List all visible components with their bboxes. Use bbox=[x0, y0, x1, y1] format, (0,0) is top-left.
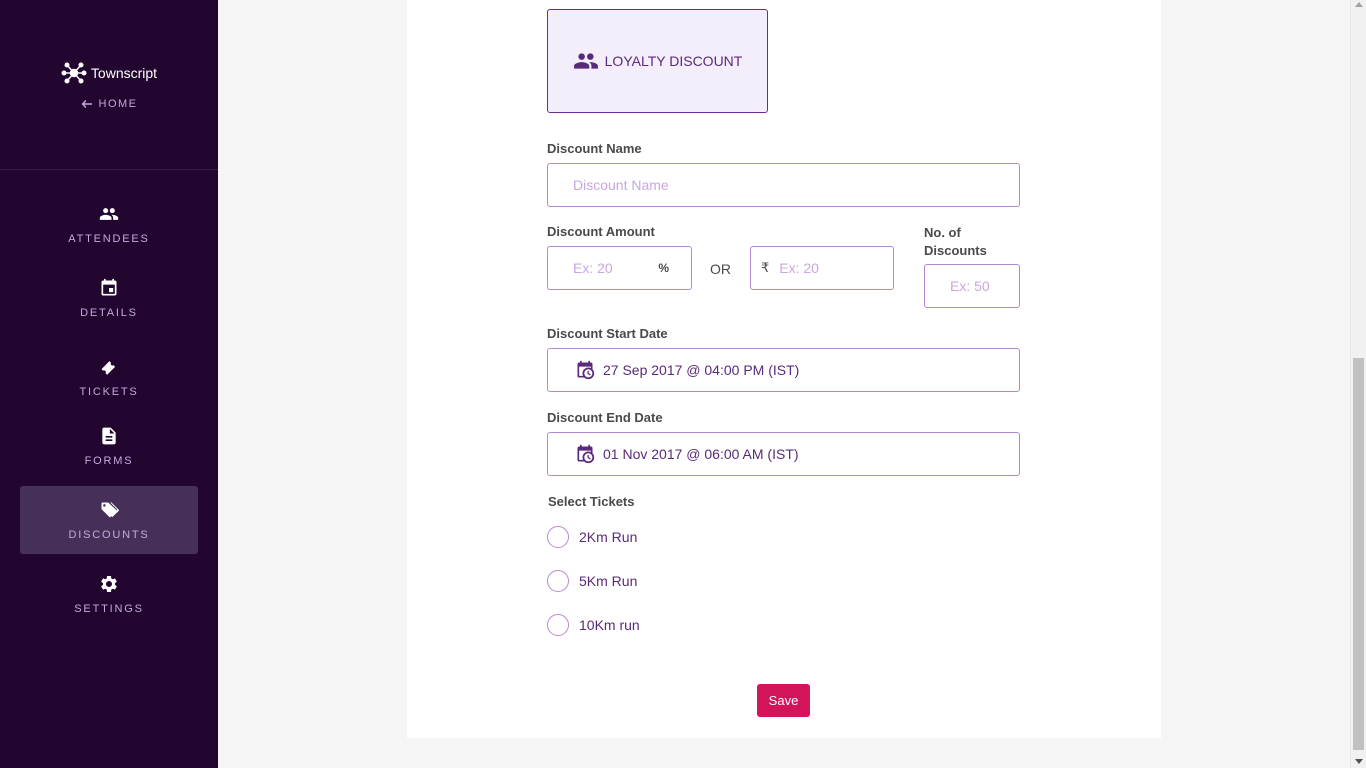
calendar-clock-icon bbox=[577, 444, 595, 464]
sidebar-item-label: FORMS bbox=[84, 455, 134, 467]
discount-amount-field[interactable]: ₹ bbox=[750, 246, 894, 290]
brand-name: Townscript bbox=[90, 65, 158, 81]
start-date-picker[interactable]: 27 Sep 2017 @ 04:00 PM (IST) bbox=[547, 348, 1020, 392]
discount-percent-input[interactable] bbox=[573, 260, 659, 276]
sidebar-item-settings[interactable]: SETTINGS bbox=[20, 560, 198, 628]
discount-name-label: Discount Name bbox=[547, 141, 642, 156]
select-tickets-label: Select Tickets bbox=[548, 494, 635, 509]
ticket-option[interactable]: 2Km Run bbox=[547, 526, 637, 548]
ticket-label: 5Km Run bbox=[579, 573, 638, 589]
brand: Townscript HOME bbox=[0, 60, 218, 110]
discount-name-input[interactable] bbox=[573, 177, 1019, 193]
scroll-down-icon[interactable] bbox=[1355, 759, 1363, 764]
loyalty-discount-option[interactable]: LOYALTY DISCOUNT bbox=[547, 9, 768, 113]
start-date-value: 27 Sep 2017 @ 04:00 PM (IST) bbox=[603, 362, 800, 378]
townscript-logo-icon bbox=[61, 62, 87, 84]
scrollbar-thumb[interactable] bbox=[1353, 358, 1364, 750]
sidebar-item-discounts[interactable]: DISCOUNTS bbox=[20, 486, 198, 554]
discount-count-field[interactable] bbox=[924, 264, 1020, 308]
sidebar-item-label: DETAILS bbox=[80, 307, 138, 319]
discount-type-label: LOYALTY DISCOUNT bbox=[604, 53, 743, 69]
sidebar-item-label: SETTINGS bbox=[74, 603, 144, 615]
or-separator: OR bbox=[710, 261, 731, 277]
people-icon bbox=[573, 53, 598, 69]
sidebar-item-tickets[interactable]: TICKETS bbox=[20, 343, 198, 411]
ticket-radio[interactable] bbox=[547, 570, 569, 592]
sidebar-item-label: ATTENDEES bbox=[68, 233, 150, 245]
ticket-option[interactable]: 10Km run bbox=[547, 614, 640, 636]
ticket-radio[interactable] bbox=[547, 526, 569, 548]
end-date-value: 01 Nov 2017 @ 06:00 AM (IST) bbox=[603, 446, 799, 462]
ticket-label: 2Km Run bbox=[579, 529, 638, 545]
ticket-radio[interactable] bbox=[547, 614, 569, 636]
calendar-clock-icon bbox=[577, 360, 595, 380]
discount-count-label: No. of Discounts bbox=[924, 225, 987, 258]
home-label: HOME bbox=[98, 98, 138, 110]
sidebar-item-attendees[interactable]: ATTENDEES bbox=[20, 190, 198, 258]
brand-logo[interactable]: Townscript bbox=[0, 60, 218, 86]
percent-icon: % bbox=[658, 261, 669, 275]
discount-name-field[interactable] bbox=[547, 163, 1020, 207]
ticket-label: 10Km run bbox=[579, 617, 640, 633]
sidebar-item-forms[interactable]: FORMS bbox=[20, 412, 198, 480]
page-scrollbar[interactable] bbox=[1350, 0, 1366, 768]
scroll-up-icon[interactable] bbox=[1355, 2, 1363, 7]
sidebar-item-label: TICKETS bbox=[79, 386, 139, 398]
ticket-icon bbox=[98, 356, 120, 378]
discount-count-input[interactable] bbox=[950, 278, 1019, 294]
document-icon bbox=[98, 425, 120, 447]
start-date-label: Discount Start Date bbox=[547, 326, 668, 341]
sidebar: Townscript HOME ATTENDEES DETAILS TICKET… bbox=[0, 0, 218, 768]
gear-icon bbox=[98, 573, 120, 595]
ticket-option[interactable]: 5Km Run bbox=[547, 570, 637, 592]
tags-icon bbox=[98, 499, 120, 521]
calendar-icon bbox=[98, 277, 120, 299]
end-date-picker[interactable]: 01 Nov 2017 @ 06:00 AM (IST) bbox=[547, 432, 1020, 476]
sidebar-item-label: DISCOUNTS bbox=[68, 529, 150, 541]
rupee-icon: ₹ bbox=[761, 260, 770, 275]
people-icon bbox=[98, 203, 120, 225]
end-date-label: Discount End Date bbox=[547, 410, 663, 425]
sidebar-item-details[interactable]: DETAILS bbox=[20, 264, 198, 332]
home-link[interactable]: HOME bbox=[0, 98, 218, 110]
discount-amount-input[interactable] bbox=[779, 260, 893, 276]
discount-percent-field[interactable]: % bbox=[547, 246, 692, 290]
sidebar-divider bbox=[0, 169, 218, 170]
save-button[interactable]: Save bbox=[757, 684, 810, 717]
arrow-left-icon bbox=[81, 100, 92, 108]
discount-amount-label: Discount Amount bbox=[547, 224, 655, 239]
